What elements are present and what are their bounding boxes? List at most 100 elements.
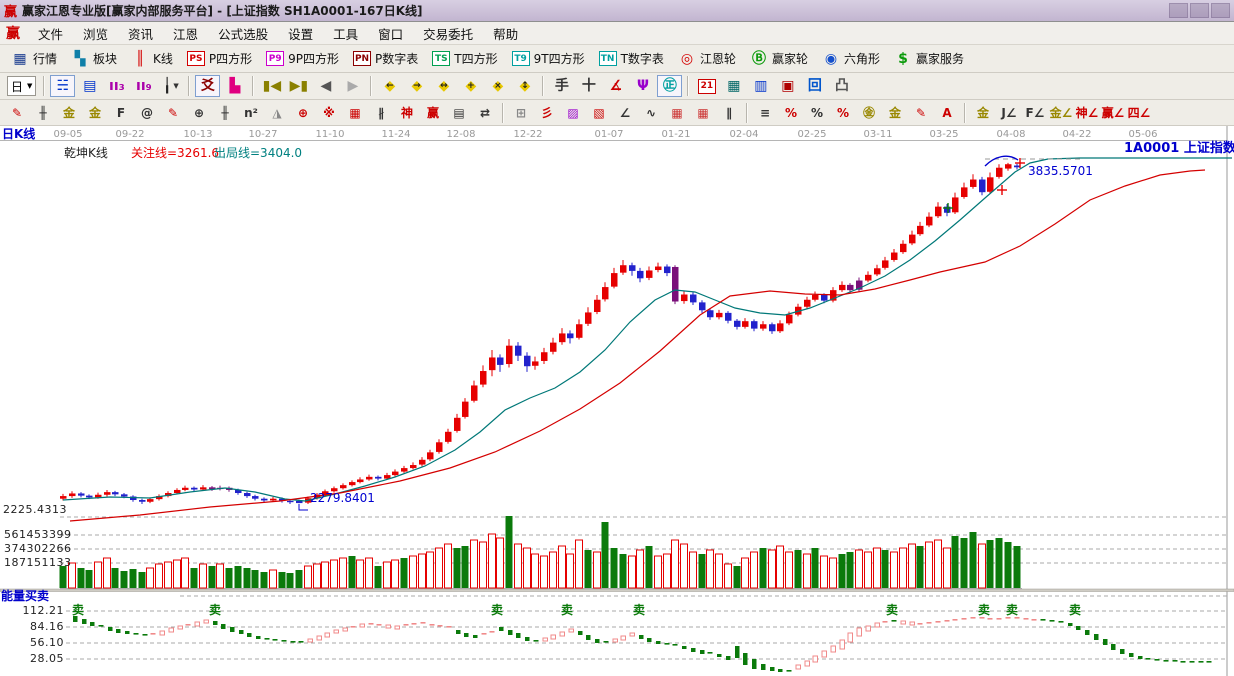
gold-grid-2-icon[interactable]: 金 bbox=[83, 103, 107, 123]
prev-page-icon[interactable]: ◀ bbox=[313, 75, 338, 97]
t-number-table-button[interactable]: TN T数字表 bbox=[592, 48, 671, 69]
parallel-lines-icon[interactable]: ∥ bbox=[717, 103, 741, 123]
gann-wheel-button[interactable]: ◎ 江恩轮 bbox=[671, 48, 743, 70]
trend-pen-icon[interactable]: ✎ bbox=[5, 103, 29, 123]
a-angle-icon[interactable]: A bbox=[935, 103, 959, 123]
candle-type-icon[interactable]: ╽ ▼ bbox=[158, 75, 183, 97]
red-grid-icon[interactable]: ▦ bbox=[343, 103, 367, 123]
zigzag-icon[interactable]: ∿ bbox=[639, 103, 663, 123]
diamond-star-icon[interactable]: ◆ × bbox=[485, 75, 510, 97]
percent-icon[interactable]: % bbox=[805, 103, 829, 123]
ray-fan-red-icon[interactable]: 彡 bbox=[535, 103, 559, 123]
calculator-icon[interactable]: ▦ bbox=[721, 75, 746, 97]
gold-grid-1-icon[interactable]: 金 bbox=[57, 103, 81, 123]
menu-item-5[interactable]: 设置 bbox=[278, 21, 323, 46]
angle-measure-tool-icon[interactable]: ∡ bbox=[603, 75, 628, 97]
print-icon[interactable]: 凸 bbox=[829, 75, 854, 97]
menu-item-7[interactable]: 窗口 bbox=[368, 21, 413, 46]
ruler-ticks-1-icon[interactable]: ╫ bbox=[31, 103, 55, 123]
shen-tool-icon[interactable]: 神 bbox=[395, 103, 419, 123]
hand-tool-icon[interactable]: 手 bbox=[549, 75, 574, 97]
f-angle-icon[interactable]: F∠ bbox=[1023, 103, 1047, 123]
quotes-button[interactable]: ▦ 行情 bbox=[4, 48, 64, 70]
chart-area[interactable]: 日K线 乾坤K线 关注线=3261.6 出局线=3404.0 1A0001 上证… bbox=[0, 126, 1234, 676]
shen-angle-icon[interactable]: 神∠ bbox=[1075, 103, 1099, 123]
9p-square-button[interactable]: P9 9P四方形 bbox=[259, 48, 346, 69]
gann-tool-purple-icon[interactable]: Ψ bbox=[630, 75, 655, 97]
calendar-icon[interactable]: 21 bbox=[694, 75, 719, 97]
fan-purple-icon[interactable]: ▨ bbox=[561, 103, 585, 123]
pane-tab-energy[interactable]: 能量买卖 bbox=[1, 589, 49, 603]
minimize-button[interactable] bbox=[1169, 3, 1188, 18]
diamond-shift-left-icon[interactable]: ◆ ← bbox=[377, 75, 402, 97]
p-square-button[interactable]: PS P四方形 bbox=[180, 48, 259, 69]
gann-circle-icon[interactable]: ⊕ bbox=[291, 103, 315, 123]
cycle-circle-icon[interactable]: ⊕ bbox=[187, 103, 211, 123]
angle-pen-icon[interactable]: ✎ bbox=[161, 103, 185, 123]
spiral-icon[interactable]: @ bbox=[135, 103, 159, 123]
percent-slash-icon[interactable]: % bbox=[779, 103, 803, 123]
gann-rays-icon[interactable]: ※ bbox=[317, 103, 341, 123]
close-button[interactable] bbox=[1211, 3, 1230, 18]
ruler-ticks-2-icon[interactable]: ╫ bbox=[213, 103, 237, 123]
p-number-table-button[interactable]: PN P数字表 bbox=[346, 48, 425, 69]
angle-lines-icon[interactable]: ∠ bbox=[613, 103, 637, 123]
mirror-icon[interactable]: ◮ bbox=[265, 103, 289, 123]
gold-lines-icon[interactable]: 金 bbox=[883, 103, 907, 123]
k-marks-icon[interactable]: ∦ bbox=[369, 103, 393, 123]
sectors-button[interactable]: ▚ 板块 bbox=[64, 48, 124, 70]
j-angle-icon[interactable]: J∠ bbox=[997, 103, 1021, 123]
menu-item-0[interactable]: 文件 bbox=[28, 21, 73, 46]
bars-9-icon[interactable]: ıı₉ bbox=[131, 75, 156, 97]
diamond-expand-icon[interactable]: ◆ ↔ bbox=[431, 75, 456, 97]
four-angle-icon[interactable]: 四∠ bbox=[1127, 103, 1151, 123]
f-ruler-icon[interactable]: F bbox=[109, 103, 133, 123]
kline-button[interactable]: ║ K线 bbox=[124, 48, 180, 70]
menu-item-8[interactable]: 交易委托 bbox=[413, 21, 483, 46]
gann-grid-1-icon[interactable]: ▦ bbox=[665, 103, 689, 123]
arrow-adjust-icon[interactable]: ⇄ bbox=[473, 103, 497, 123]
n-square-icon[interactable]: n² bbox=[239, 103, 263, 123]
box-tool-icon[interactable]: ⊞ bbox=[509, 103, 533, 123]
menu-item-6[interactable]: 工具 bbox=[323, 21, 368, 46]
gold-circle-icon[interactable]: ㊎ bbox=[857, 103, 881, 123]
menu-item-4[interactable]: 公式选股 bbox=[208, 21, 278, 46]
next-page-icon[interactable]: ▶ bbox=[340, 75, 365, 97]
t-square-button[interactable]: TS T四方形 bbox=[425, 48, 504, 69]
fan-red-box-icon[interactable]: ▧ bbox=[587, 103, 611, 123]
notes-icon[interactable]: ▥ bbox=[748, 75, 773, 97]
menu-item-1[interactable]: 浏览 bbox=[73, 21, 118, 46]
9t-square-button[interactable]: T9 9T四方形 bbox=[505, 48, 592, 69]
hexagon-button[interactable]: ◉ 六角形 bbox=[815, 48, 887, 70]
win-angle-icon[interactable]: 赢∠ bbox=[1101, 103, 1125, 123]
first-page-icon[interactable]: ▮◀ bbox=[259, 75, 284, 97]
pen-vertical-icon[interactable]: ✎ bbox=[909, 103, 933, 123]
bars-3-icon[interactable]: ıı₃ bbox=[104, 75, 129, 97]
maximize-button[interactable] bbox=[1190, 3, 1209, 18]
menu-item-3[interactable]: 江恩 bbox=[163, 21, 208, 46]
winner-service-button[interactable]: $ 赢家服务 bbox=[887, 48, 971, 70]
qiankun-wave-icon[interactable]: ☵ bbox=[50, 75, 76, 97]
taiji-tool-icon[interactable]: ㊣ bbox=[657, 75, 683, 97]
win-tool-icon[interactable]: 赢 bbox=[421, 103, 445, 123]
pane-tab-daily-kline[interactable]: 日K线 bbox=[2, 127, 35, 141]
crosshair-tool-icon[interactable]: 十 bbox=[576, 75, 601, 97]
color-histogram-icon[interactable]: ▙ bbox=[222, 75, 247, 97]
menu-item-2[interactable]: 资讯 bbox=[118, 21, 163, 46]
gann-grid-2-icon[interactable]: ▦ bbox=[691, 103, 715, 123]
diamond-move-icon[interactable]: ◆ ↕ bbox=[512, 75, 537, 97]
percent-lines-icon[interactable]: % bbox=[831, 103, 855, 123]
last-page-icon[interactable]: ▶▮ bbox=[286, 75, 311, 97]
gold-angle-icon[interactable]: 金∠ bbox=[1049, 103, 1073, 123]
diamond-compress-icon[interactable]: ◆ + bbox=[458, 75, 483, 97]
save-icon[interactable]: ▣ bbox=[775, 75, 800, 97]
menu-item-9[interactable]: 帮助 bbox=[483, 21, 528, 46]
windows-arrange-icon[interactable]: 回 bbox=[802, 75, 827, 97]
info-doc-icon[interactable]: ▤ bbox=[77, 75, 102, 97]
double-k-icon[interactable]: 爻 bbox=[195, 75, 221, 97]
percent-table-icon[interactable]: ≡ bbox=[753, 103, 777, 123]
ruler-123-icon[interactable]: ▤ bbox=[447, 103, 471, 123]
period-day-combo-icon[interactable]: 日 ▼ bbox=[7, 76, 37, 96]
gold-underline-icon[interactable]: 金 bbox=[971, 103, 995, 123]
diamond-shift-right-icon[interactable]: ◆ → bbox=[404, 75, 429, 97]
